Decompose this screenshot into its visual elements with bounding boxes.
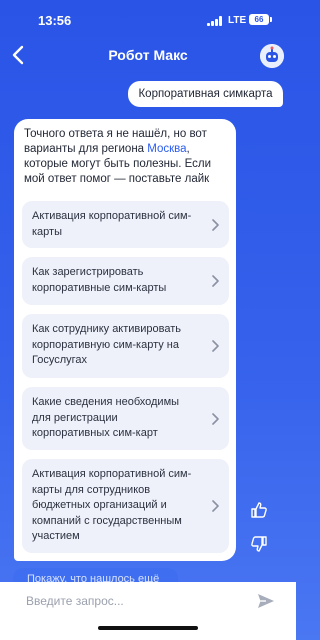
bot-message-bubble: Точного ответа я не нашёл, но вот вариан…	[14, 119, 236, 561]
home-indicator	[98, 626, 198, 630]
chat-header: Робот Макс	[0, 40, 296, 72]
suggestion-item[interactable]: Активация корпоративной сим-карты для со…	[22, 459, 229, 553]
suggestion-item[interactable]: Как сотруднику активировать корпоративну…	[22, 314, 229, 378]
status-time: 13:56	[38, 13, 72, 28]
chevron-right-icon	[212, 219, 219, 231]
suggestion-label: Как сотруднику активировать корпоративну…	[32, 323, 182, 366]
suggestion-label: Как зарегистрировать корпоративные сим-к…	[32, 266, 167, 294]
input-bar	[0, 582, 296, 640]
region-link[interactable]: Москва	[147, 143, 186, 155]
bot-message-text: Точного ответа я не нашёл, но вот вариан…	[24, 127, 230, 187]
suggestion-item[interactable]: Активация корпоративной сим-карты	[22, 201, 229, 248]
status-bar: 13:56 LTE 66	[0, 0, 296, 40]
suggestion-label: Активация корпоративной сим-карты для со…	[32, 468, 192, 542]
suggestion-label: Какие сведения необходимы для регистраци…	[32, 396, 180, 439]
suggestion-item[interactable]: Какие сведения необходимы для регистраци…	[22, 387, 229, 450]
chevron-right-icon	[212, 500, 219, 512]
signal-icon	[207, 16, 223, 26]
chevron-right-icon	[212, 413, 219, 425]
chevron-right-icon	[212, 275, 219, 287]
battery-icon: 66	[249, 14, 272, 25]
network-type: LTE	[228, 15, 247, 26]
suggestion-item[interactable]: Как зарегистрировать корпоративные сим-к…	[22, 257, 229, 305]
page-title: Робот Макс	[108, 47, 188, 63]
query-input[interactable]	[12, 588, 242, 614]
robot-avatar-icon[interactable]	[260, 44, 284, 68]
send-icon[interactable]	[256, 591, 276, 611]
thumbs-down-icon[interactable]	[250, 535, 268, 553]
user-message-bubble: Корпоративная симкарта	[128, 81, 283, 107]
thumbs-up-icon[interactable]	[250, 501, 268, 519]
chevron-right-icon	[212, 340, 219, 352]
suggestion-label: Активация корпоративной сим-карты	[32, 210, 192, 238]
